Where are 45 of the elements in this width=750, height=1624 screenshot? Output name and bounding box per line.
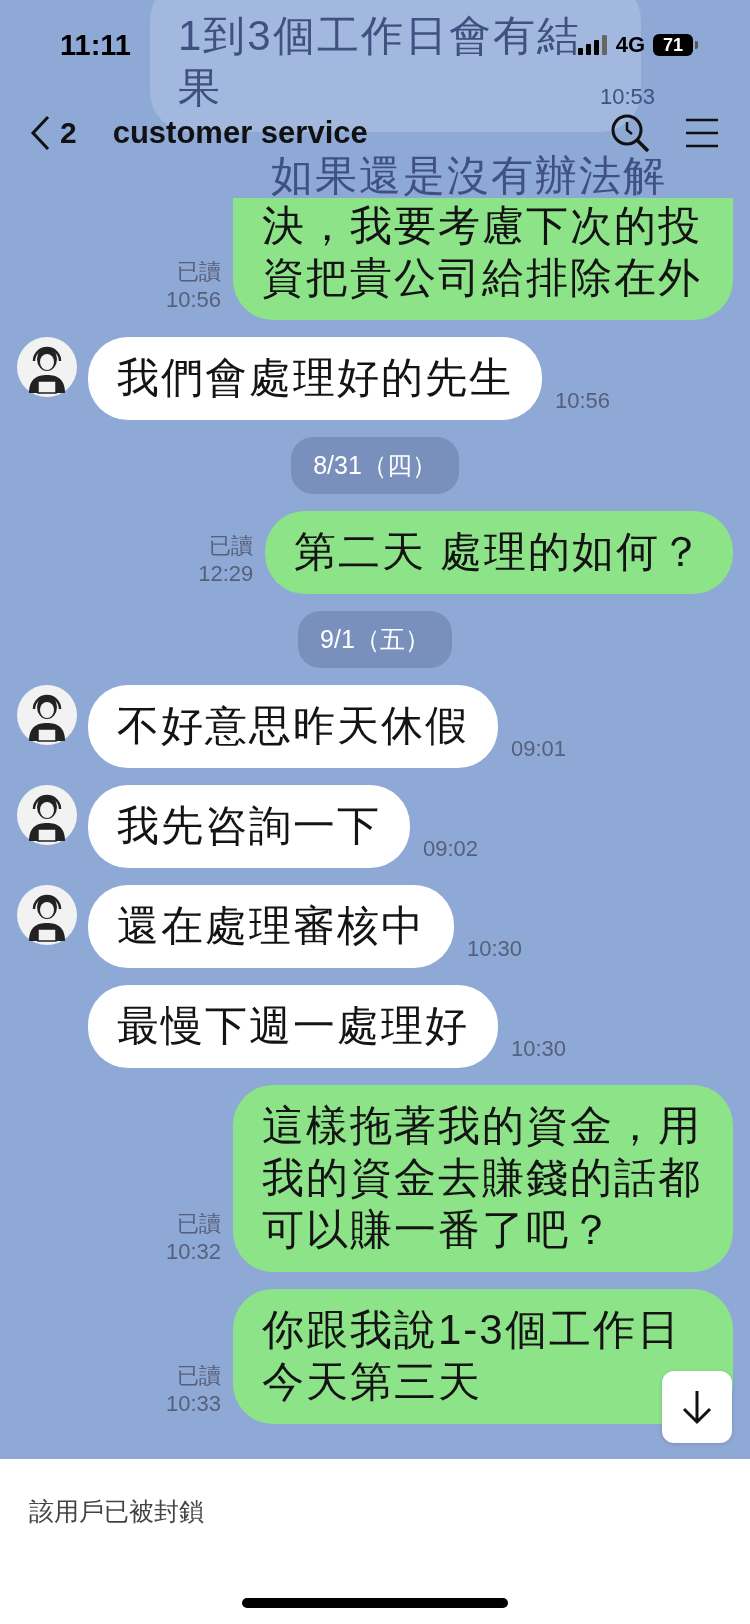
message-time: 10:56 — [165, 286, 221, 314]
down-arrow-icon — [681, 1389, 713, 1425]
battery-level: 71 — [653, 34, 693, 56]
received-message: 我先咨詢一下 — [88, 785, 410, 868]
blocked-notice: 該用戶已被封鎖 — [29, 1496, 205, 1527]
chat-title: customer service — [112, 115, 369, 151]
message-text: 如果還是沒有辦法解 — [271, 151, 667, 201]
read-receipt: 已讀 — [177, 258, 221, 286]
read-receipt: 已讀 — [209, 532, 254, 560]
signal-icon — [577, 35, 608, 55]
scroll-down-button[interactable] — [662, 1371, 732, 1443]
menu-button[interactable] — [684, 117, 720, 149]
received-message: 不好意思昨天休假 — [88, 685, 498, 768]
read-receipt: 已讀 — [177, 1362, 221, 1390]
message-time: 10:53 — [600, 84, 656, 110]
received-message: 還在處理審核中 — [88, 885, 454, 968]
message-time: 10:32 — [165, 1238, 221, 1266]
agent-avatar-icon — [17, 685, 77, 745]
received-message: 最慢下週一處理好 — [88, 985, 498, 1068]
date-separator: 9/1（五） — [298, 611, 452, 668]
message-time: 09:02 — [423, 836, 479, 863]
search-button[interactable] — [610, 113, 650, 153]
message-time: 10:30 — [467, 936, 523, 963]
sent-message: 你跟我說1-3個工作日今天第三天 — [233, 1289, 733, 1424]
back-icon — [30, 115, 50, 151]
date-separator: 8/31（四） — [291, 437, 459, 494]
search-clock-icon — [610, 113, 650, 153]
agent-avatar-icon — [17, 785, 77, 845]
received-message: 我們會處理好的先生 — [88, 337, 542, 420]
message-time: 10:33 — [165, 1390, 221, 1418]
message-time: 12:29 — [198, 560, 254, 588]
back-button[interactable]: 2 — [30, 115, 77, 151]
agent-avatar-icon — [17, 337, 77, 397]
message-time: 10:30 — [511, 1036, 567, 1063]
sent-message: 這樣拖著我的資金，用我的資金去賺錢的話都可以賺一番了吧？ — [233, 1085, 733, 1272]
menu-icon — [684, 117, 720, 149]
battery-cap-icon — [695, 41, 698, 49]
sent-message: 第二天 處理的如何？ — [265, 511, 733, 594]
status-time: 11:11 — [60, 28, 131, 62]
read-receipt: 已讀 — [177, 1210, 221, 1238]
agent-avatar-icon — [17, 885, 77, 945]
message-time: 09:01 — [511, 736, 567, 763]
network-label: 4G — [615, 32, 645, 58]
message-time: 10:56 — [555, 388, 611, 415]
sent-message: 決，我要考慮下次的投資把貴公司給排除在外 — [233, 198, 733, 320]
